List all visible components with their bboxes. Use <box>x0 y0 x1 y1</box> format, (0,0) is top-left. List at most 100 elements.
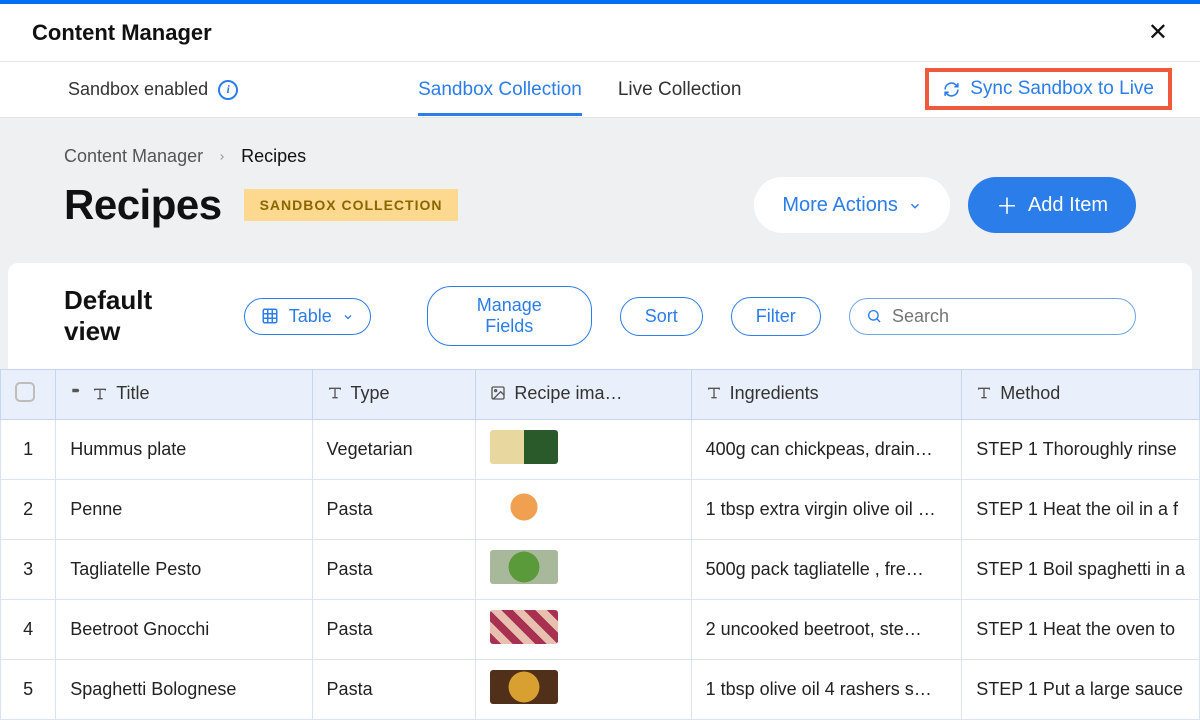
title-left: Recipes SANDBOX COLLECTION <box>64 181 458 229</box>
cell-ingredients[interactable]: 400g can chickpeas, drain… <box>691 420 962 480</box>
cell-image[interactable] <box>476 480 691 540</box>
tab-live-collection[interactable]: Live Collection <box>618 65 742 115</box>
column-ingredients[interactable]: Ingredients <box>691 370 962 420</box>
cell-title[interactable]: Tagliatelle Pesto <box>56 540 312 600</box>
recipe-thumbnail <box>490 430 558 464</box>
sandbox-status: Sandbox enabled i <box>68 79 238 100</box>
page-body: Content Manager Recipes Recipes SANDBOX … <box>0 118 1200 720</box>
view-mode-selector[interactable]: Table <box>244 298 371 335</box>
chevron-right-icon <box>217 146 227 167</box>
checkbox-icon[interactable] <box>15 382 35 402</box>
table-row[interactable]: 3 Tagliatelle Pesto Pasta 500g pack tagl… <box>1 540 1200 600</box>
info-icon[interactable]: i <box>218 80 238 100</box>
table-row[interactable]: 5 Spaghetti Bolognese Pasta 1 tbsp olive… <box>1 660 1200 720</box>
row-number: 4 <box>1 600 56 660</box>
cell-type[interactable]: Pasta <box>312 480 476 540</box>
cell-type[interactable]: Pasta <box>312 540 476 600</box>
cell-method[interactable]: STEP 1 Heat the oven to <box>962 600 1200 660</box>
manage-fields-button[interactable]: Manage Fields <box>427 286 592 346</box>
cell-image[interactable] <box>476 540 691 600</box>
cell-ingredients[interactable]: 1 tbsp olive oil 4 rashers s… <box>691 660 962 720</box>
header-title: Content Manager <box>32 20 212 46</box>
view-card: Default view Table Manage Fields Sort Fi… <box>8 263 1192 369</box>
cell-image[interactable] <box>476 660 691 720</box>
cell-title[interactable]: Hummus plate <box>56 420 312 480</box>
cell-ingredients[interactable]: 2 uncooked beetroot, ste… <box>691 600 962 660</box>
tabs-row: Sandbox enabled i Sandbox Collection Liv… <box>0 62 1200 118</box>
table-row[interactable]: 1 Hummus plate Vegetarian 400g can chick… <box>1 420 1200 480</box>
search-input[interactable] <box>892 306 1119 327</box>
image-icon <box>490 385 506 401</box>
data-table: Title Type Recipe ima… <box>0 369 1200 720</box>
cell-image[interactable] <box>476 600 691 660</box>
cell-title[interactable]: Beetroot Gnocchi <box>56 600 312 660</box>
breadcrumb-area: Content Manager Recipes <box>0 118 1200 167</box>
add-item-button[interactable]: ＋ Add Item <box>968 177 1136 233</box>
text-icon <box>92 386 108 402</box>
tab-sandbox-collection[interactable]: Sandbox Collection <box>418 65 582 115</box>
header: Content Manager ✕ <box>0 4 1200 62</box>
filter-button[interactable]: Filter <box>731 297 821 336</box>
table-row[interactable]: 4 Beetroot Gnocchi Pasta 2 uncooked beet… <box>1 600 1200 660</box>
cell-method[interactable]: STEP 1 Heat the oil in a f <box>962 480 1200 540</box>
column-label: Title <box>116 383 149 404</box>
row-number: 2 <box>1 480 56 540</box>
column-type[interactable]: Type <box>312 370 476 420</box>
cell-method[interactable]: STEP 1 Boil spaghetti in a <box>962 540 1200 600</box>
column-label: Recipe ima… <box>514 383 622 404</box>
search-icon <box>866 307 882 325</box>
column-image[interactable]: Recipe ima… <box>476 370 691 420</box>
breadcrumb-current: Recipes <box>241 146 306 167</box>
recipe-thumbnail <box>490 610 558 644</box>
flag-icon <box>70 387 84 401</box>
more-actions-label: More Actions <box>782 194 898 217</box>
text-icon <box>327 385 343 401</box>
row-number: 1 <box>1 420 56 480</box>
sync-icon <box>943 81 960 98</box>
cell-title[interactable]: Penne <box>56 480 312 540</box>
cell-type[interactable]: Vegetarian <box>312 420 476 480</box>
view-mode-label: Table <box>289 306 332 327</box>
breadcrumb: Content Manager Recipes <box>64 146 1136 167</box>
row-number: 5 <box>1 660 56 720</box>
add-item-label: Add Item <box>1028 194 1108 217</box>
sandbox-status-label: Sandbox enabled <box>68 79 208 100</box>
table-header-row: Title Type Recipe ima… <box>1 370 1200 420</box>
cell-method[interactable]: STEP 1 Put a large sauce <box>962 660 1200 720</box>
search-input-wrap[interactable] <box>849 298 1136 335</box>
sort-button[interactable]: Sort <box>620 297 703 336</box>
sync-label: Sync Sandbox to Live <box>970 78 1154 100</box>
recipe-thumbnail <box>490 670 558 704</box>
cell-ingredients[interactable]: 500g pack tagliatelle , fre… <box>691 540 962 600</box>
cell-image[interactable] <box>476 420 691 480</box>
recipe-thumbnail <box>490 490 558 524</box>
breadcrumb-root[interactable]: Content Manager <box>64 146 203 167</box>
sync-sandbox-button[interactable]: Sync Sandbox to Live <box>925 68 1172 110</box>
title-row: Recipes SANDBOX COLLECTION More Actions … <box>0 173 1200 263</box>
select-all-header[interactable] <box>1 370 56 420</box>
column-title[interactable]: Title <box>56 370 312 420</box>
column-label: Method <box>1000 383 1060 404</box>
column-label: Ingredients <box>730 383 819 404</box>
cell-title[interactable]: Spaghetti Bolognese <box>56 660 312 720</box>
title-actions: More Actions ＋ Add Item <box>754 177 1136 233</box>
more-actions-button[interactable]: More Actions <box>754 177 950 233</box>
row-number: 3 <box>1 540 56 600</box>
close-icon[interactable]: ✕ <box>1148 18 1168 47</box>
chevron-down-icon <box>342 309 354 323</box>
cell-type[interactable]: Pasta <box>312 660 476 720</box>
column-label: Type <box>351 383 390 404</box>
chevron-down-icon <box>908 197 922 213</box>
table-row[interactable]: 2 Penne Pasta 1 tbsp extra virgin olive … <box>1 480 1200 540</box>
cell-type[interactable]: Pasta <box>312 600 476 660</box>
plus-icon: ＋ <box>996 189 1018 221</box>
recipe-thumbnail <box>490 550 558 584</box>
view-title: Default view <box>64 285 212 347</box>
column-method[interactable]: Method <box>962 370 1200 420</box>
table-icon <box>261 307 279 325</box>
sandbox-badge: SANDBOX COLLECTION <box>244 189 459 221</box>
cell-method[interactable]: STEP 1 Thoroughly rinse <box>962 420 1200 480</box>
page-title: Recipes <box>64 181 222 229</box>
cell-ingredients[interactable]: 1 tbsp extra virgin olive oil … <box>691 480 962 540</box>
tabs: Sandbox Collection Live Collection <box>418 65 741 115</box>
